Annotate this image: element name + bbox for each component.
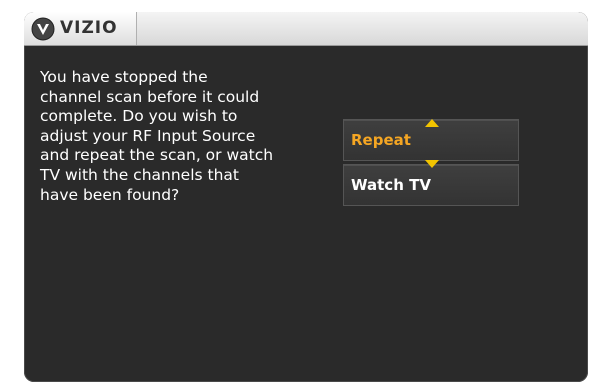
arrow-down-icon: [425, 160, 439, 168]
title-bar: VIZIO: [24, 12, 588, 46]
vizio-v-badge-icon: [31, 17, 55, 41]
arrow-up-icon: [425, 119, 439, 127]
logo-tab: VIZIO: [24, 12, 137, 45]
scan-stopped-message: You have stopped the channel scan before…: [40, 68, 274, 204]
vizio-logo-text: VIZIO: [60, 18, 118, 38]
watch-tv-option[interactable]: Watch TV: [343, 164, 519, 206]
